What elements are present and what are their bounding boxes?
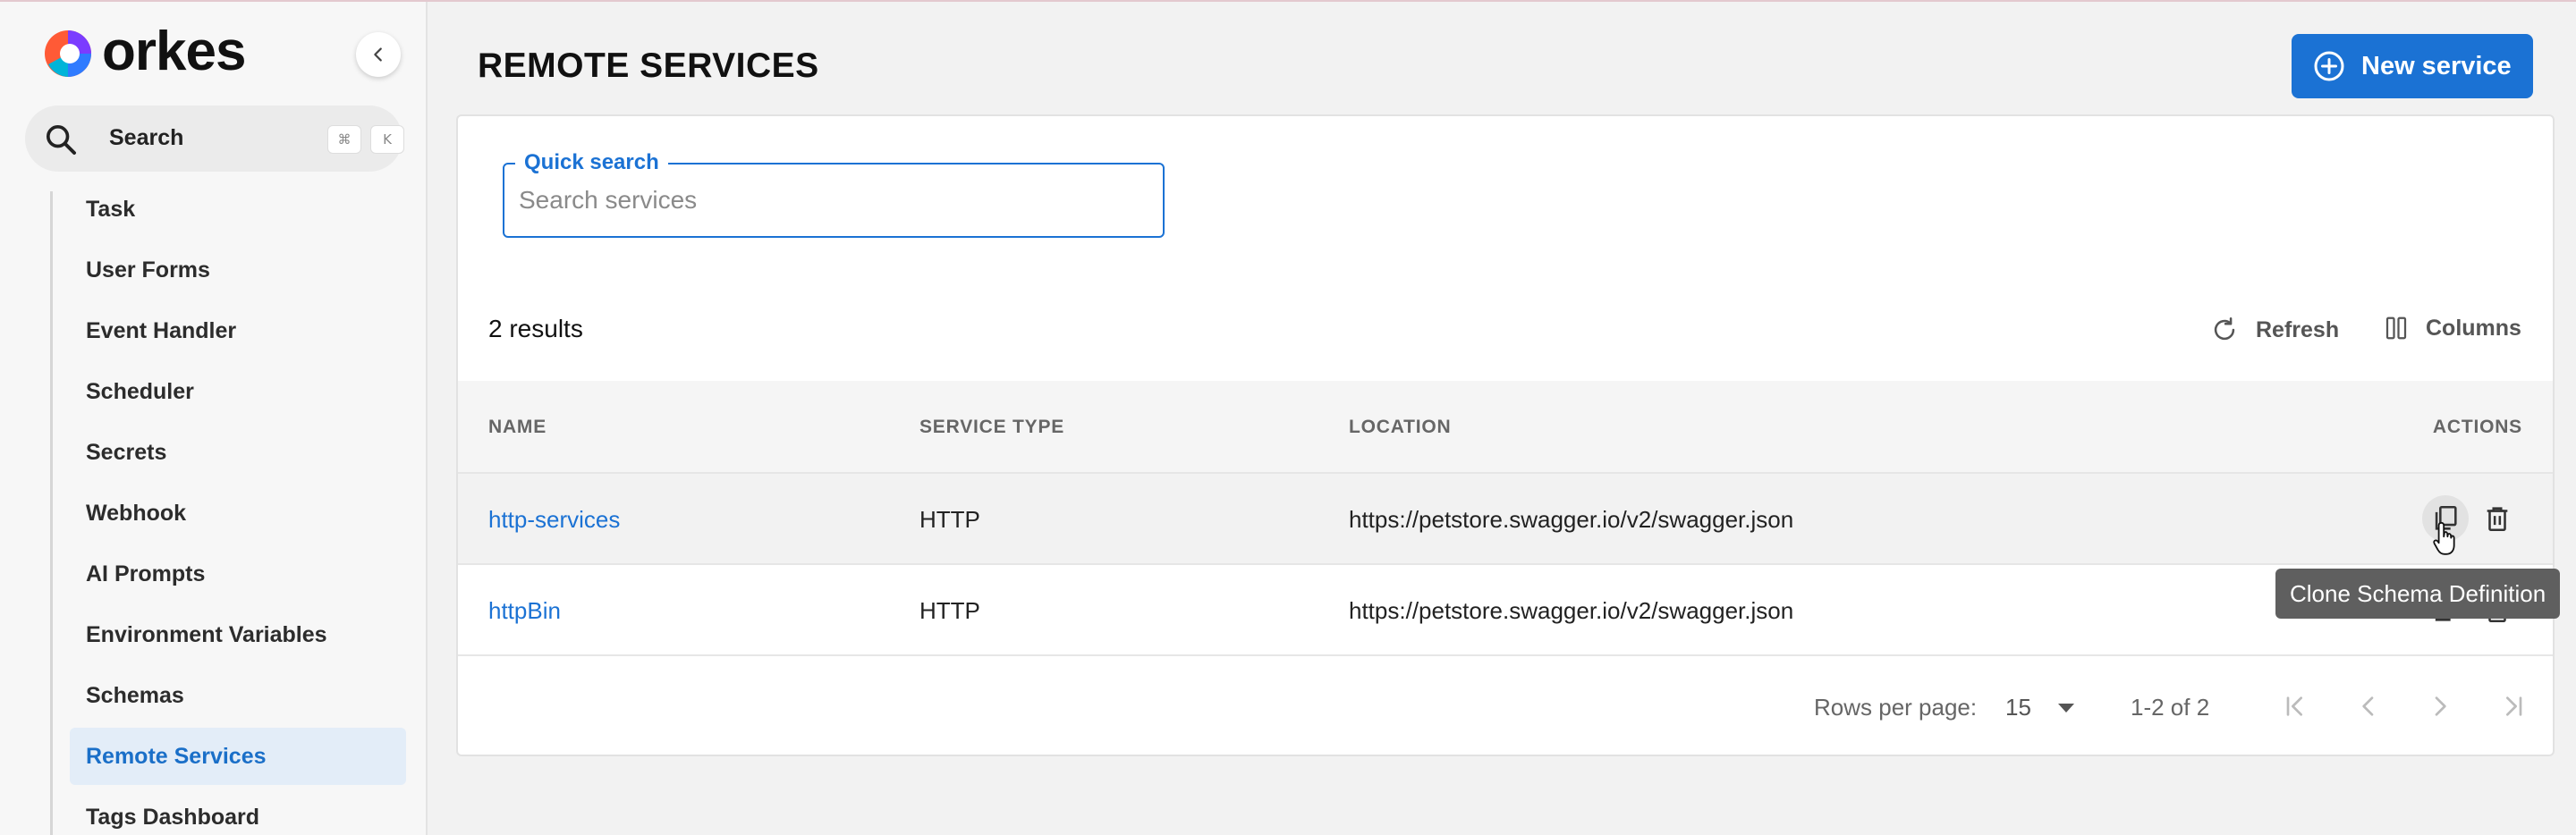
columns-label: Columns	[2426, 315, 2521, 341]
quick-search-field[interactable]: Quick search	[503, 150, 1165, 238]
chevron-right-icon	[2435, 696, 2446, 716]
column-header-actions: ACTIONS	[2432, 417, 2522, 437]
first-page-button[interactable]	[2272, 683, 2318, 730]
refresh-button[interactable]: Refresh	[2209, 315, 2339, 345]
sidebar-item-task[interactable]: Task	[70, 181, 406, 238]
clone-tooltip: Clone Schema Definition	[2275, 569, 2561, 619]
service-name-link[interactable]: httpBin	[488, 597, 561, 625]
sidebar-item-environment-variables[interactable]: Environment Variables	[70, 606, 406, 663]
page-range: 1-2 of 2	[2131, 694, 2210, 721]
sidebar-item-event-handler[interactable]: Event Handler	[70, 302, 406, 359]
sidebar-search[interactable]: Search ⌘ K	[25, 105, 404, 172]
refresh-label: Refresh	[2256, 316, 2340, 342]
columns-icon	[2385, 316, 2407, 340]
rows-per-page-label: Rows per page:	[1814, 694, 1978, 721]
sidebar-item-secrets[interactable]: Secrets	[70, 424, 406, 481]
caret-down-icon[interactable]	[2055, 701, 2077, 715]
hand-pointer-icon	[2433, 521, 2455, 555]
sidebar-item-tags-dashboard[interactable]: Tags Dashboard	[70, 789, 406, 835]
page-title: REMOTE SERVICES	[478, 46, 819, 85]
next-page-button[interactable]	[2417, 683, 2463, 730]
quick-search-legend: Quick search	[515, 150, 668, 175]
refresh-icon	[2214, 316, 2235, 341]
sidebar-item-user-forms[interactable]: User Forms	[70, 241, 406, 299]
table-row[interactable]: httpBin HTTP https://petstore.swagger.io…	[458, 565, 2553, 656]
service-name-link[interactable]: http-services	[488, 506, 620, 534]
orkes-logo-icon	[45, 30, 91, 77]
new-service-button[interactable]: New service	[2292, 34, 2533, 98]
pagination: Rows per page: 15 1-2 of 2	[458, 656, 2553, 756]
collapse-sidebar-button[interactable]	[356, 32, 401, 77]
quick-search-input[interactable]	[519, 182, 1145, 218]
results-count: 2 results	[488, 315, 583, 342]
service-location-cell: https://petstore.swagger.io/v2/swagger.j…	[1349, 506, 1794, 533]
shortcut-key-cmd: ⌘	[327, 125, 361, 154]
table-header: NAME SERVICE TYPE LOCATION ACTIONS	[458, 381, 2553, 474]
brand-logo[interactable]: orkes	[39, 21, 246, 82]
search-label: Search	[109, 125, 184, 150]
column-header-service-type[interactable]: SERVICE TYPE	[919, 417, 1064, 438]
delete-button[interactable]	[2474, 495, 2521, 542]
column-header-name[interactable]: NAME	[488, 417, 547, 438]
sidebar-item-schemas[interactable]: Schemas	[70, 667, 406, 724]
services-card: Quick search 2 results Refresh Columns N…	[456, 114, 2555, 756]
table-row[interactable]: http-services HTTP https://petstore.swag…	[458, 474, 2553, 565]
column-header-location[interactable]: LOCATION	[1349, 417, 1452, 438]
sidebar-nav: Task User Forms Event Handler Scheduler …	[70, 181, 406, 835]
sidebar: orkes Search ⌘ K Task User Forms Event H…	[0, 2, 428, 835]
nav-rail	[50, 191, 53, 835]
sidebar-item-remote-services[interactable]: Remote Services	[70, 728, 406, 785]
sidebar-item-ai-prompts[interactable]: AI Prompts	[70, 545, 406, 603]
sidebar-item-webhook[interactable]: Webhook	[70, 485, 406, 542]
service-location-cell: https://petstore.swagger.io/v2/swagger.j…	[1349, 597, 1794, 624]
search-icon	[47, 125, 76, 155]
last-page-icon	[2506, 696, 2522, 716]
columns-button[interactable]: Columns	[2383, 315, 2521, 342]
service-type-cell: HTTP	[919, 597, 980, 624]
plus-circle-icon	[2314, 51, 2344, 81]
service-type-cell: HTTP	[919, 506, 980, 533]
shortcut-key-k: K	[370, 125, 404, 154]
brand-name: orkes	[102, 21, 246, 82]
chevron-left-icon	[374, 47, 382, 62]
sidebar-item-scheduler[interactable]: Scheduler	[70, 363, 406, 420]
rows-per-page-select[interactable]: 15	[2005, 694, 2031, 721]
chevron-left-icon	[2362, 696, 2374, 716]
trash-icon	[2487, 507, 2508, 532]
previous-page-button[interactable]	[2345, 683, 2392, 730]
first-page-icon	[2286, 696, 2302, 716]
last-page-button[interactable]	[2490, 683, 2537, 730]
new-service-label: New service	[2361, 51, 2512, 80]
